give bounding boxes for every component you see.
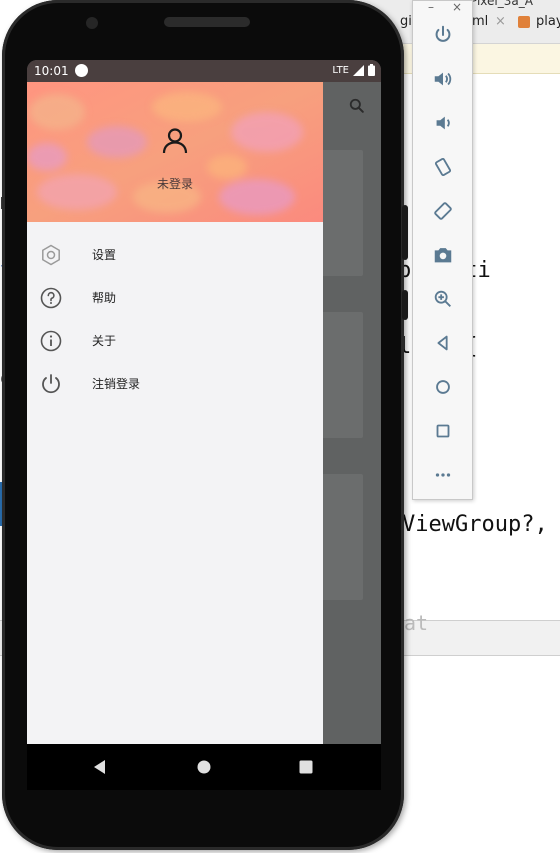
settings-icon: [42, 244, 60, 265]
menu-item-about[interactable]: 关于: [27, 319, 323, 362]
signal-icon: [353, 64, 364, 76]
volume-rocker: [402, 205, 408, 260]
menu-item-help[interactable]: 帮助: [27, 276, 323, 319]
zoom-icon: [434, 290, 451, 307]
rotate-left-button[interactable]: [427, 151, 459, 183]
desktop: gi ml × play Pixel_3a_A patActi le?) { V…: [0, 0, 560, 853]
overview-button[interactable]: [427, 415, 459, 447]
nav-home-button[interactable]: [193, 756, 215, 778]
user-avatar-icon[interactable]: [161, 126, 189, 154]
power-button[interactable]: [427, 19, 459, 51]
nav-overview-button[interactable]: [295, 756, 317, 778]
menu-item-label: 帮助: [92, 291, 117, 305]
ide-tab[interactable]: play: [536, 14, 560, 29]
volume-down-icon: [436, 116, 450, 130]
menu-item-label: 关于: [92, 334, 117, 348]
code-line: ViewGroup?,: [402, 512, 548, 537]
more-button[interactable]: [427, 459, 459, 491]
overview-icon: [299, 760, 313, 774]
side-power-key: [402, 290, 408, 320]
more-icon: [435, 473, 451, 477]
earpiece-speaker: [164, 17, 250, 27]
home-icon: [436, 380, 450, 394]
navigation-drawer: 未登录 设置 帮助 关于 注销登录: [27, 82, 323, 744]
power-icon: [435, 25, 451, 42]
app-notification-icon: [75, 64, 88, 77]
menu-item-label: 设置: [92, 248, 117, 262]
minimize-button[interactable]: –: [421, 1, 441, 13]
status-time: 10:01: [34, 64, 69, 78]
rotate-right-button[interactable]: [427, 195, 459, 227]
menu-item-logout[interactable]: 注销登录: [27, 362, 323, 405]
ide-tab[interactable]: ml: [472, 14, 488, 29]
volume-up-icon: [434, 72, 452, 86]
window-title: Pixel_3a_A: [470, 0, 533, 8]
camera-icon: [434, 248, 452, 263]
battery-icon: [368, 64, 375, 76]
nav-back-button[interactable]: [89, 756, 111, 778]
login-status-label[interactable]: 未登录: [27, 175, 323, 192]
rotate-right-icon: [434, 202, 452, 220]
rotate-left-icon: [434, 157, 452, 177]
help-icon: [40, 287, 62, 308]
back-icon: [94, 760, 105, 774]
info-icon: [40, 330, 62, 351]
back-button[interactable]: [427, 327, 459, 359]
phone-screen: 10:01 LTE 未登录 设置 帮助 关于 注销登录: [27, 60, 381, 744]
xml-file-icon: [518, 16, 530, 28]
back-icon: [437, 335, 448, 351]
emulator-toolbar: – ×: [412, 0, 473, 500]
front-camera: [86, 17, 98, 29]
home-icon: [197, 760, 211, 774]
close-button[interactable]: ×: [447, 1, 467, 13]
volume-up-button[interactable]: [427, 63, 459, 95]
status-bar: 10:01 LTE: [27, 60, 381, 82]
screenshot-button[interactable]: [427, 239, 459, 271]
network-type: LTE: [332, 64, 349, 76]
volume-down-button[interactable]: [427, 107, 459, 139]
home-button[interactable]: [427, 371, 459, 403]
search-icon[interactable]: [347, 96, 367, 116]
close-icon[interactable]: ×: [495, 14, 506, 29]
code-fragment: at: [404, 611, 429, 635]
ide-tab[interactable]: gi: [400, 14, 412, 29]
android-nav-bar: [27, 744, 381, 790]
zoom-button[interactable]: [427, 283, 459, 315]
status-indicators: LTE: [332, 64, 375, 76]
overview-icon: [436, 424, 450, 438]
menu-item-label: 注销登录: [92, 377, 141, 391]
menu-item-settings[interactable]: 设置: [27, 233, 323, 276]
power-icon: [42, 373, 60, 393]
drawer-header[interactable]: 未登录: [27, 82, 323, 222]
